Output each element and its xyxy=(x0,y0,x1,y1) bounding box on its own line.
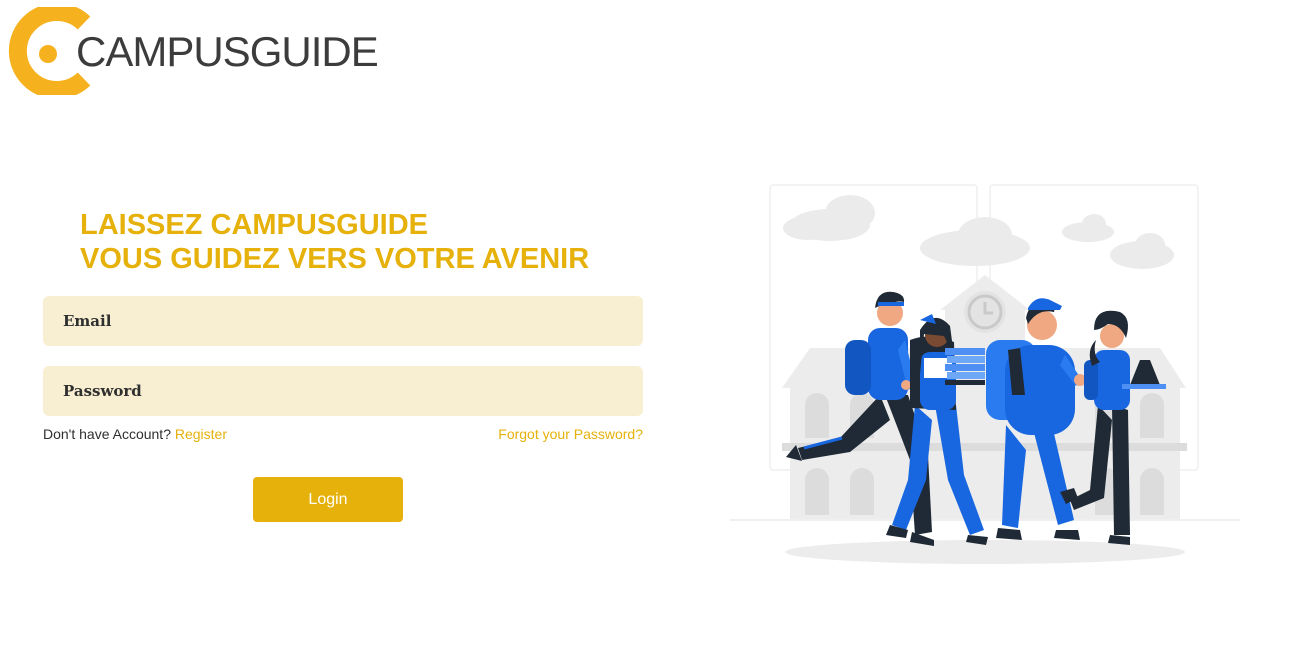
headline-line-2: VOUS GUIDEZ VERS VOTRE AVENIR xyxy=(80,243,590,275)
headline-line-1: LAISSEZ CAMPUSGUIDE xyxy=(80,209,429,241)
no-account-label: Don't have Account? xyxy=(43,426,171,442)
brand-name: CAMPUSGUIDE xyxy=(76,28,379,75)
login-button[interactable]: Login xyxy=(253,477,403,522)
hero-headline: LAISSEZ CAMPUSGUIDE VOUS GUIDEZ VERS VOT… xyxy=(80,208,589,276)
no-account-text: Don't have Account? Register xyxy=(43,426,227,442)
brand-logo: CAMPUSGUIDE xyxy=(4,3,379,99)
form-links-row: Don't have Account? Register Forgot your… xyxy=(43,426,643,444)
students-illustration xyxy=(720,180,1250,570)
register-link[interactable]: Register xyxy=(175,426,227,442)
password-input[interactable] xyxy=(43,366,643,416)
forgot-password-link[interactable]: Forgot your Password? xyxy=(498,426,643,442)
email-input[interactable] xyxy=(43,296,643,346)
